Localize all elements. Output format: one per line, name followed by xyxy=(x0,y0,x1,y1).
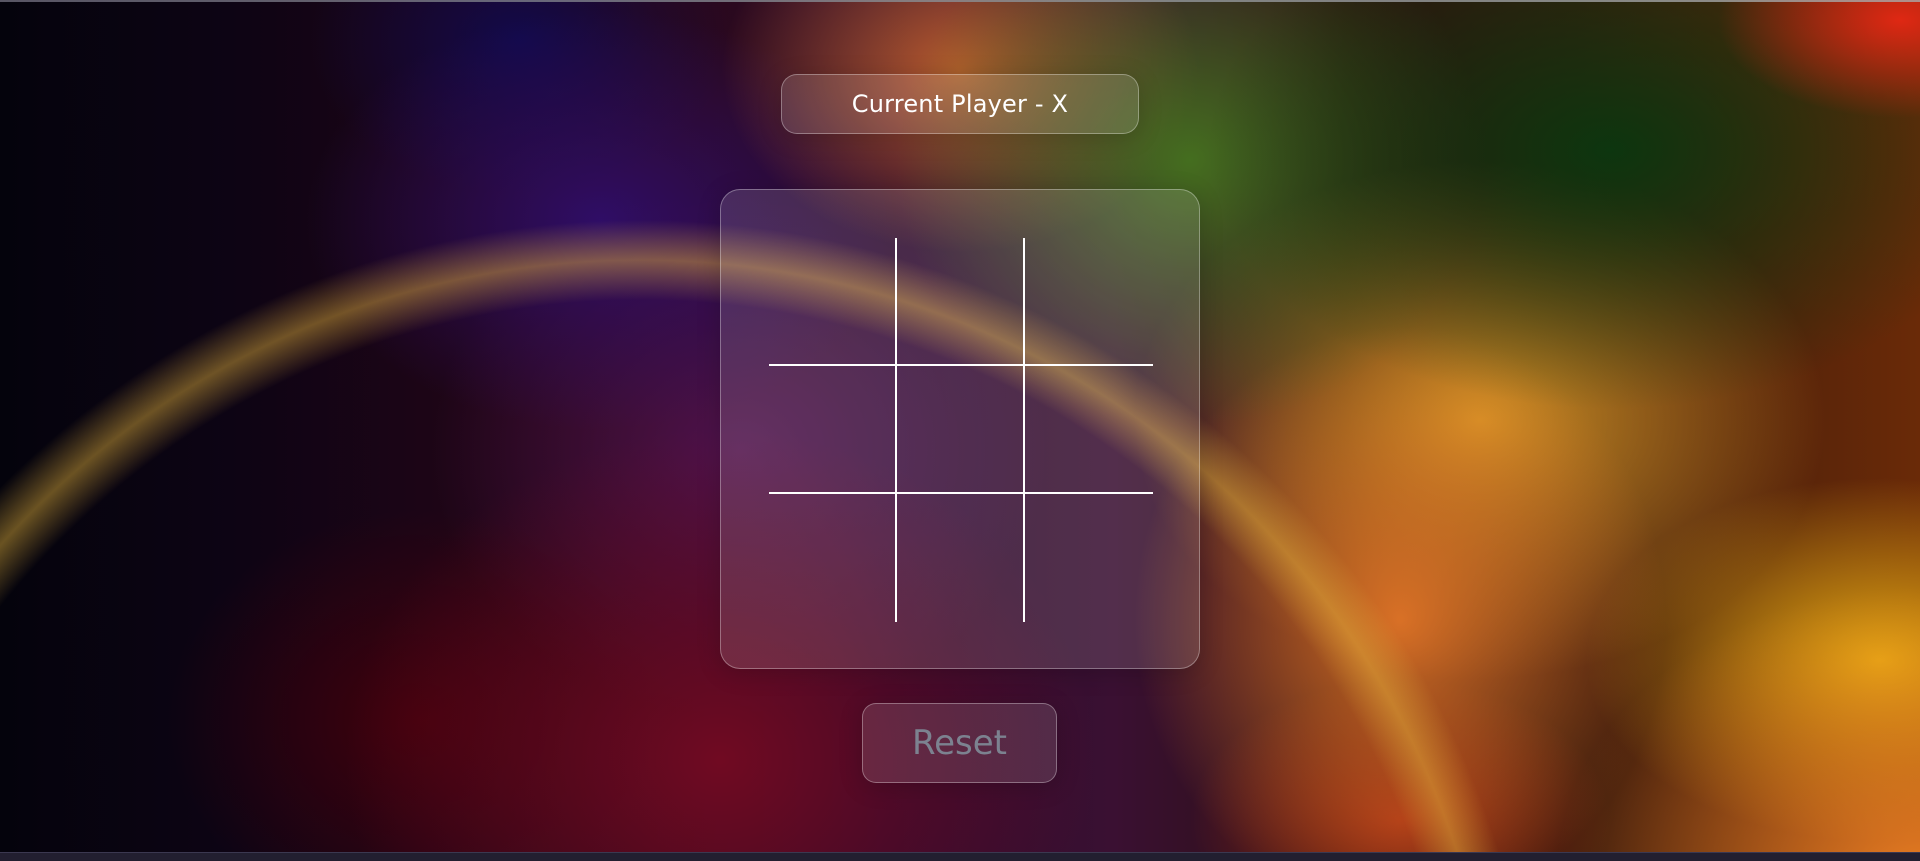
cell-3[interactable] xyxy=(1025,238,1153,366)
window-bottom-bar xyxy=(0,852,1920,861)
cell-9[interactable] xyxy=(1025,494,1153,622)
cell-8[interactable] xyxy=(897,494,1025,622)
cell-4[interactable] xyxy=(769,366,897,494)
board-grid xyxy=(769,238,1153,622)
window-top-edge xyxy=(0,0,1920,2)
game-board xyxy=(720,189,1200,669)
cell-7[interactable] xyxy=(769,494,897,622)
reset-button[interactable]: Reset xyxy=(862,703,1057,783)
cell-5[interactable] xyxy=(897,366,1025,494)
cell-1[interactable] xyxy=(769,238,897,366)
current-player-text: Current Player - X xyxy=(851,90,1069,118)
cell-2[interactable] xyxy=(897,238,1025,366)
reset-button-label: Reset xyxy=(912,723,1007,763)
cell-6[interactable] xyxy=(1025,366,1153,494)
current-player-banner: Current Player - X xyxy=(781,74,1139,134)
